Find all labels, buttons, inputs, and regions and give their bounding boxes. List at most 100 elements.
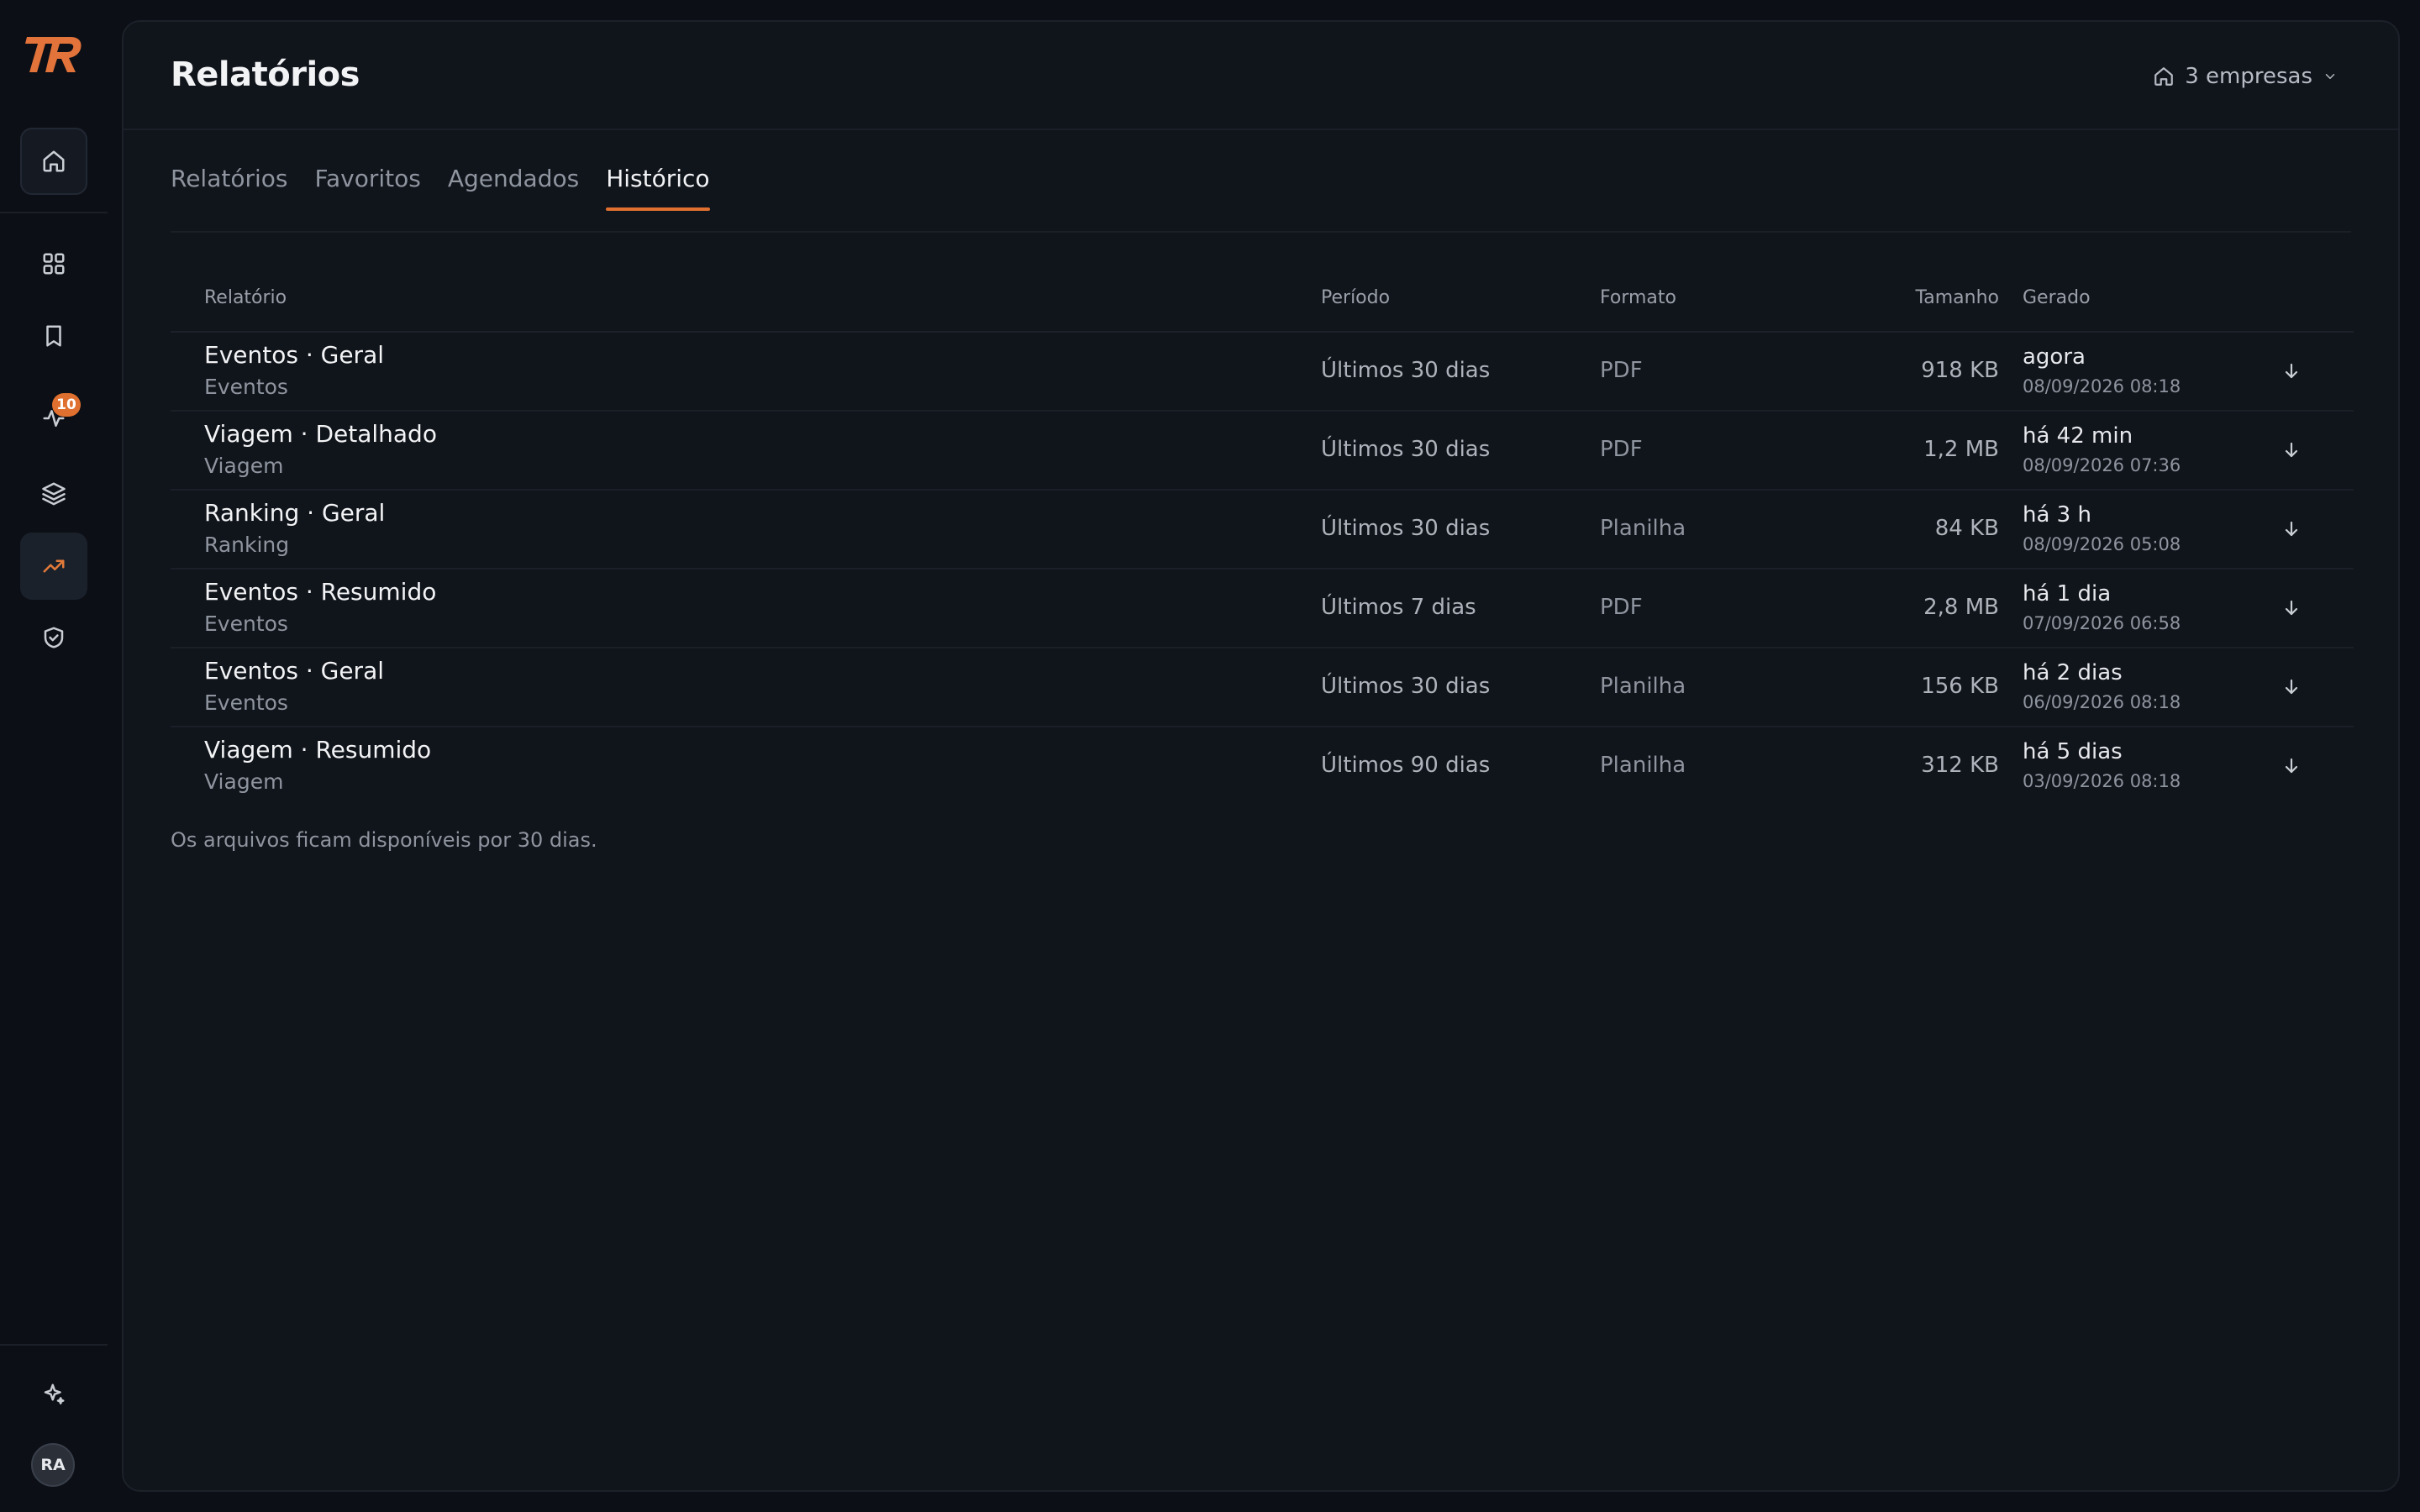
main-panel: Relatórios 3 empresas Relatórios Favorit…	[122, 20, 2400, 1492]
sidebar-divider	[0, 1344, 108, 1346]
column-header-period[interactable]: Período	[1321, 287, 1390, 308]
report-format: PDF	[1600, 595, 1643, 620]
download-icon	[2285, 758, 2298, 774]
report-name: Ranking · Geral	[204, 499, 386, 527]
report-size: 84 KB	[1934, 516, 1999, 541]
report-name: Eventos · Geral	[204, 341, 385, 369]
report-category: Eventos	[204, 690, 288, 715]
report-format: Planilha	[1600, 516, 1686, 541]
sidebar-item-reports[interactable]	[20, 533, 87, 600]
download-button[interactable]	[2276, 593, 2307, 623]
column-header-format[interactable]: Formato	[1600, 287, 1676, 308]
table-row[interactable]: Eventos · Geral Eventos Últimos 30 dias …	[171, 333, 2354, 412]
report-category: Eventos	[204, 612, 288, 636]
generated-timestamp: 07/09/2026 06:58	[2023, 613, 2181, 633]
column-header-size[interactable]: Tamanho	[1915, 287, 1999, 308]
sidebar-item-activity[interactable]	[20, 385, 87, 452]
table-row[interactable]: Eventos · Geral Eventos Últimos 30 dias …	[171, 648, 2354, 727]
download-button[interactable]	[2276, 435, 2307, 465]
sidebar-item-dashboards[interactable]	[20, 230, 87, 297]
company-selector[interactable]: 3 empresas	[2153, 64, 2338, 89]
brand-logo[interactable]	[24, 32, 84, 77]
sidebar-item-security[interactable]	[20, 604, 87, 671]
sidebar: 10 RA	[0, 0, 108, 1512]
table-row[interactable]: Ranking · Geral Ranking Últimos 30 dias …	[171, 491, 2354, 570]
generated-relative: há 5 dias	[2023, 739, 2123, 764]
notification-badge: 10	[52, 393, 81, 417]
report-name: Viagem · Detalhado	[204, 420, 437, 448]
tab-historico[interactable]: Histórico	[606, 165, 710, 211]
report-period: Últimos 30 dias	[1321, 516, 1491, 541]
layers-icon	[42, 482, 66, 506]
report-category: Viagem	[204, 454, 284, 478]
generated-timestamp: 08/09/2026 07:36	[2023, 455, 2181, 475]
report-name: Viagem · Resumido	[204, 736, 432, 764]
home-icon	[43, 150, 65, 172]
tab-relatorios[interactable]: Relatórios	[171, 165, 287, 209]
generated-timestamp: 08/09/2026 05:08	[2023, 534, 2181, 554]
sparkle-icon	[44, 1383, 65, 1404]
generated-relative: há 3 h	[2023, 502, 2091, 528]
generated-relative: há 2 dias	[2023, 660, 2123, 685]
report-name: Eventos · Resumido	[204, 578, 437, 606]
page-title: Relatórios	[171, 55, 360, 94]
report-period: Últimos 30 dias	[1321, 358, 1491, 383]
download-button[interactable]	[2276, 356, 2307, 386]
sidebar-item-home[interactable]	[20, 128, 87, 195]
report-size: 2,8 MB	[1923, 595, 1999, 620]
generated-relative: há 1 dia	[2023, 581, 2112, 606]
bookmark-icon	[46, 325, 61, 347]
report-period: Últimos 7 dias	[1321, 595, 1476, 620]
tabs-divider	[171, 231, 2351, 233]
report-size: 1,2 MB	[1923, 437, 1999, 462]
report-category: Viagem	[204, 769, 284, 794]
table-row[interactable]: Viagem · Detalhado Viagem Últimos 30 dia…	[171, 412, 2354, 491]
table-row[interactable]: Viagem · Resumido Viagem Últimos 90 dias…	[171, 727, 2354, 805]
trending-up-icon	[43, 559, 65, 573]
sidebar-item-layers[interactable]	[20, 459, 87, 527]
column-header-generated[interactable]: Gerado	[2023, 287, 2091, 308]
download-button[interactable]	[2276, 672, 2307, 702]
sidebar-divider	[0, 212, 108, 213]
tab-favoritos[interactable]: Favoritos	[314, 165, 420, 209]
download-icon	[2285, 363, 2298, 379]
report-size: 156 KB	[1921, 674, 1999, 699]
generated-timestamp: 08/09/2026 08:18	[2023, 376, 2181, 396]
generated-relative: agora	[2023, 344, 2086, 370]
column-header-report[interactable]: Relatório	[204, 287, 287, 308]
header-divider	[124, 129, 2398, 130]
download-button[interactable]	[2276, 751, 2307, 781]
download-button[interactable]	[2276, 514, 2307, 544]
report-format: Planilha	[1600, 753, 1686, 778]
download-icon	[2285, 679, 2298, 695]
tab-agendados[interactable]: Agendados	[448, 165, 579, 209]
report-format: Planilha	[1600, 674, 1686, 699]
history-table: Relatório Período Formato Tamanho Gerado…	[171, 265, 2354, 805]
chevron-down-icon	[2325, 74, 2335, 79]
table-header: Relatório Período Formato Tamanho Gerado	[171, 265, 2354, 333]
report-format: PDF	[1600, 358, 1643, 383]
tab-bar: Relatórios Favoritos Agendados Histórico	[171, 165, 710, 211]
download-icon	[2285, 442, 2298, 458]
download-icon	[2285, 521, 2298, 537]
building-icon	[2154, 67, 2174, 86]
user-avatar[interactable]: RA	[31, 1443, 75, 1487]
retention-note: Os arquivos ficam disponíveis por 30 dia…	[171, 828, 597, 852]
report-name: Eventos · Geral	[204, 657, 385, 685]
report-period: Últimos 90 dias	[1321, 753, 1491, 778]
download-icon	[2285, 600, 2298, 616]
sidebar-item-favorites[interactable]	[20, 302, 87, 370]
generated-timestamp: 03/09/2026 08:18	[2023, 771, 2181, 791]
generated-relative: há 42 min	[2023, 423, 2133, 449]
company-selector-label: 3 empresas	[2185, 64, 2312, 89]
table-row[interactable]: Eventos · Resumido Eventos Últimos 7 dia…	[171, 570, 2354, 648]
report-category: Ranking	[204, 533, 290, 557]
report-period: Últimos 30 dias	[1321, 437, 1491, 462]
assistant-button[interactable]	[20, 1361, 87, 1428]
grid-icon	[43, 253, 65, 275]
report-size: 918 KB	[1921, 358, 1999, 383]
generated-timestamp: 06/09/2026 08:18	[2023, 692, 2181, 712]
report-period: Últimos 30 dias	[1321, 674, 1491, 699]
shield-check-icon	[44, 627, 64, 648]
report-format: PDF	[1600, 437, 1643, 462]
